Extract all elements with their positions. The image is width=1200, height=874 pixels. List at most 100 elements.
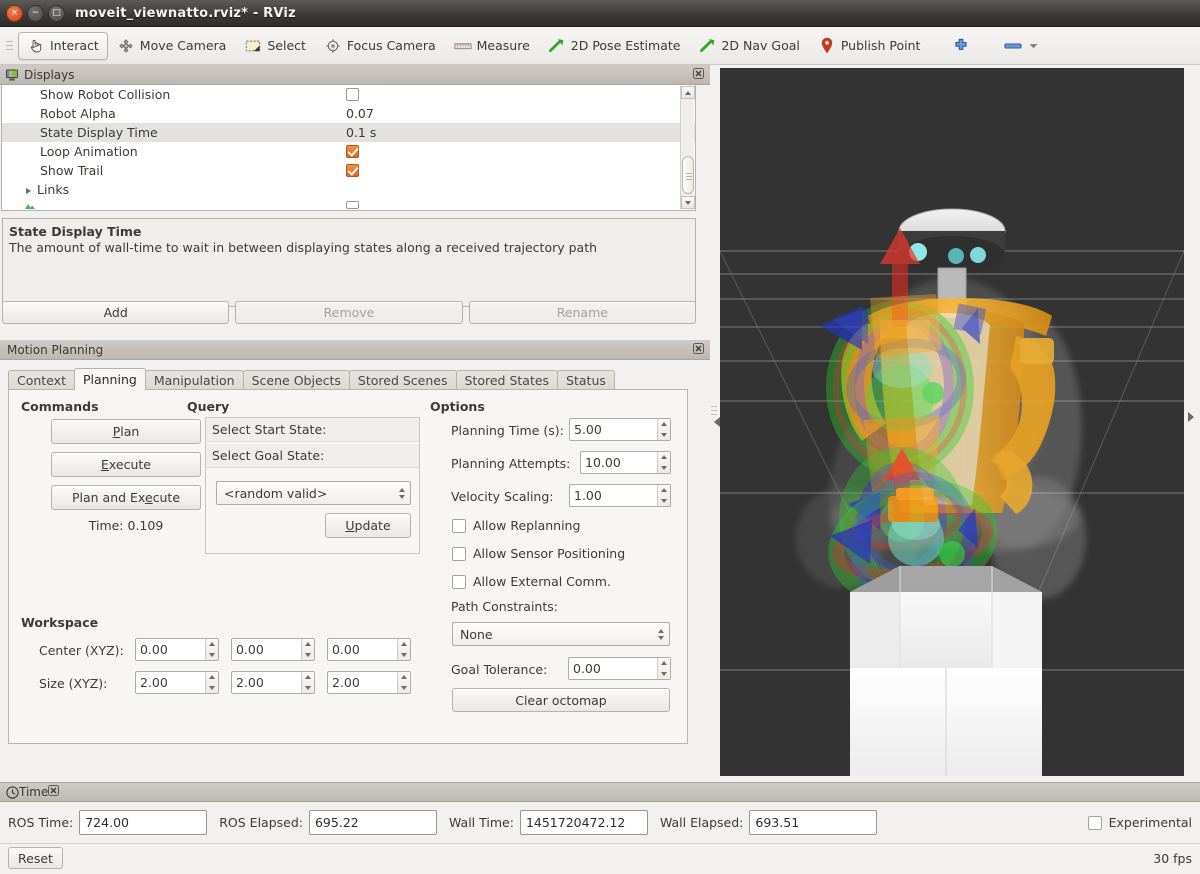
spin-up-icon[interactable] [658, 485, 670, 496]
display-checkbox[interactable] [346, 201, 359, 209]
size-y-input[interactable] [232, 672, 302, 693]
center-y-spinbox[interactable] [231, 638, 315, 661]
scroll-down-arrow-icon[interactable] [681, 196, 695, 209]
spin-down-icon[interactable] [302, 650, 314, 661]
wall-elapsed-field[interactable] [749, 810, 878, 835]
table-row[interactable]: Show Robot Collision [2, 85, 695, 104]
scroll-up-arrow-icon[interactable] [681, 86, 695, 99]
reset-button[interactable]: Reset [8, 847, 63, 869]
center-x-input[interactable] [136, 639, 206, 660]
ros-time-field[interactable] [79, 810, 208, 835]
center-z-spinbox[interactable] [327, 638, 411, 661]
spin-down-icon[interactable] [206, 683, 218, 694]
size-z-input[interactable] [328, 672, 398, 693]
tab-context[interactable]: Context [8, 370, 75, 390]
table-row[interactable]: Links [2, 180, 695, 199]
allow-external-comm-row[interactable]: Allow External Comm. [452, 574, 611, 589]
allow-sensor-positioning-checkbox[interactable] [452, 546, 466, 561]
wall-time-input[interactable] [520, 811, 647, 834]
execute-button[interactable]: Execute [51, 452, 201, 477]
display-property-value[interactable]: 0.1 s [339, 125, 695, 140]
remove-tool-button[interactable] [995, 32, 1048, 60]
planning-time-input[interactable] [570, 419, 657, 440]
table-row-partial[interactable] [2, 199, 695, 210]
plan-and-execute-button[interactable]: Plan and Execute [51, 485, 201, 510]
scrollbar-thumb[interactable] [682, 156, 694, 194]
displays-panel-close-icon[interactable] [692, 68, 705, 81]
show-trail-checkbox[interactable] [346, 164, 359, 177]
collapse-right-arrow-icon[interactable] [1188, 412, 1194, 422]
experimental-row[interactable]: Experimental [1087, 815, 1192, 830]
tab-scene-objects[interactable]: Scene Objects [242, 370, 350, 390]
plan-button[interactable]: Plan [51, 419, 201, 444]
display-property-value[interactable]: 0.07 [339, 106, 695, 121]
center-y-input[interactable] [232, 639, 302, 660]
loop-animation-checkbox[interactable] [346, 145, 359, 158]
expand-triangle-icon[interactable] [26, 187, 31, 194]
ros-elapsed-input[interactable] [309, 811, 436, 834]
velocity-scaling-spin-arrows[interactable] [656, 485, 670, 506]
spin-up-icon[interactable] [658, 658, 670, 669]
goal-tolerance-input[interactable] [569, 658, 657, 679]
display-property-value[interactable] [339, 88, 695, 101]
tool-interact[interactable]: Interact [18, 31, 108, 60]
clear-octomap-button[interactable]: Clear octomap [452, 688, 670, 712]
size-y-spin-arrows[interactable] [301, 672, 314, 693]
planning-attempts-input[interactable] [581, 452, 658, 473]
size-x-spinbox[interactable] [135, 671, 219, 694]
display-property-value[interactable] [339, 145, 695, 158]
spin-down-icon[interactable] [302, 683, 314, 694]
tool-publish-point[interactable]: Publish Point [809, 32, 930, 60]
rviz-3d-render-view[interactable] [720, 68, 1184, 776]
ros-time-input[interactable] [80, 811, 207, 834]
size-x-input[interactable] [136, 672, 206, 693]
spin-up-icon[interactable] [398, 672, 410, 683]
tab-planning[interactable]: Planning [73, 368, 146, 390]
velocity-scaling-spinbox[interactable] [569, 484, 671, 507]
size-y-spinbox[interactable] [231, 671, 315, 694]
center-z-input[interactable] [328, 639, 398, 660]
main-splitter[interactable] [710, 68, 720, 776]
tab-stored-scenes[interactable]: Stored Scenes [348, 370, 457, 390]
spin-down-icon[interactable] [658, 430, 670, 441]
add-display-button[interactable]: Add [2, 301, 230, 324]
select-start-state-header[interactable]: Select Start State: [206, 418, 419, 442]
path-constraints-combo[interactable]: None [452, 622, 670, 646]
displays-tree[interactable]: Show Robot Collision Robot Alpha 0.07 St… [1, 85, 696, 211]
spin-down-icon[interactable] [658, 463, 670, 474]
allow-external-comm-checkbox[interactable] [452, 574, 466, 589]
wall-elapsed-input[interactable] [750, 811, 877, 834]
spin-up-icon[interactable] [658, 419, 670, 430]
show-robot-collision-checkbox[interactable] [346, 88, 359, 101]
spin-up-icon[interactable] [398, 639, 410, 650]
wall-time-field[interactable] [519, 810, 648, 835]
spin-up-icon[interactable] [658, 452, 670, 463]
planning-time-spinbox[interactable] [569, 418, 671, 441]
displays-tree-scrollbar[interactable] [680, 86, 695, 209]
combo-spin-arrows-icon[interactable] [652, 628, 669, 640]
velocity-scaling-input[interactable] [570, 485, 657, 506]
tool-measure[interactable]: Measure [445, 32, 539, 60]
remove-display-button[interactable]: Remove [235, 301, 463, 324]
tool-focus-camera[interactable]: Focus Camera [315, 32, 445, 60]
size-z-spin-arrows[interactable] [397, 672, 410, 693]
tab-manipulation[interactable]: Manipulation [144, 370, 244, 390]
right-splitter[interactable] [1184, 68, 1200, 776]
allow-replanning-row[interactable]: Allow Replanning [452, 518, 580, 533]
experimental-checkbox[interactable] [1087, 815, 1102, 830]
rename-display-button[interactable]: Rename [468, 301, 696, 324]
planning-attempts-spin-arrows[interactable] [657, 452, 670, 473]
splitter-grip[interactable] [711, 406, 717, 415]
planning-time-spin-arrows[interactable] [656, 419, 670, 441]
center-x-spin-arrows[interactable] [205, 639, 218, 660]
tab-status[interactable]: Status [557, 370, 615, 390]
table-row[interactable]: Show Trail [2, 161, 695, 180]
planning-attempts-spinbox[interactable] [580, 451, 671, 474]
display-property-name[interactable]: Links [2, 182, 339, 197]
table-row[interactable]: State Display Time 0.1 s [2, 123, 695, 142]
allow-sensor-positioning-row[interactable]: Allow Sensor Positioning [452, 546, 625, 561]
window-close-button[interactable]: × [6, 4, 23, 22]
ros-elapsed-field[interactable] [308, 810, 437, 835]
spin-up-icon[interactable] [302, 672, 314, 683]
size-z-spinbox[interactable] [327, 671, 411, 694]
